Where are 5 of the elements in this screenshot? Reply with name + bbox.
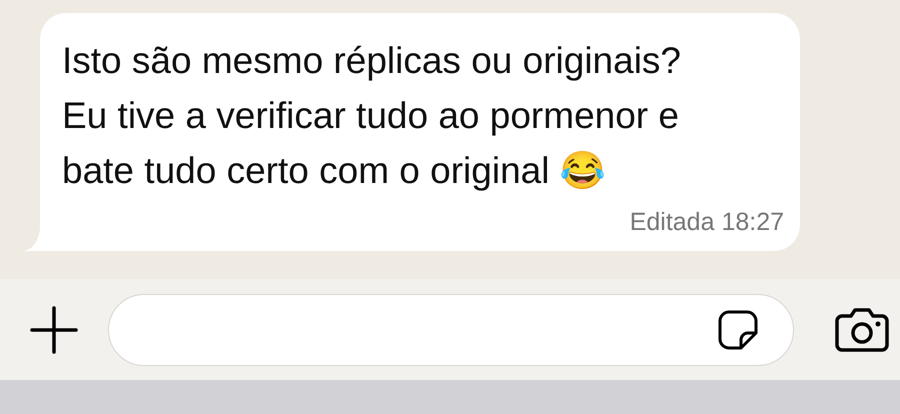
sticker-button[interactable] bbox=[717, 308, 759, 350]
message-text: Isto são mesmo réplicas ou originais? Eu tive a verificar tudo ao pormenor e bate tudo certo com o original 😂 bbox=[62, 39, 682, 193]
message-status: Editada 18:27 bbox=[630, 208, 784, 237]
camera-button[interactable] bbox=[834, 306, 890, 352]
add-button[interactable] bbox=[30, 306, 78, 354]
